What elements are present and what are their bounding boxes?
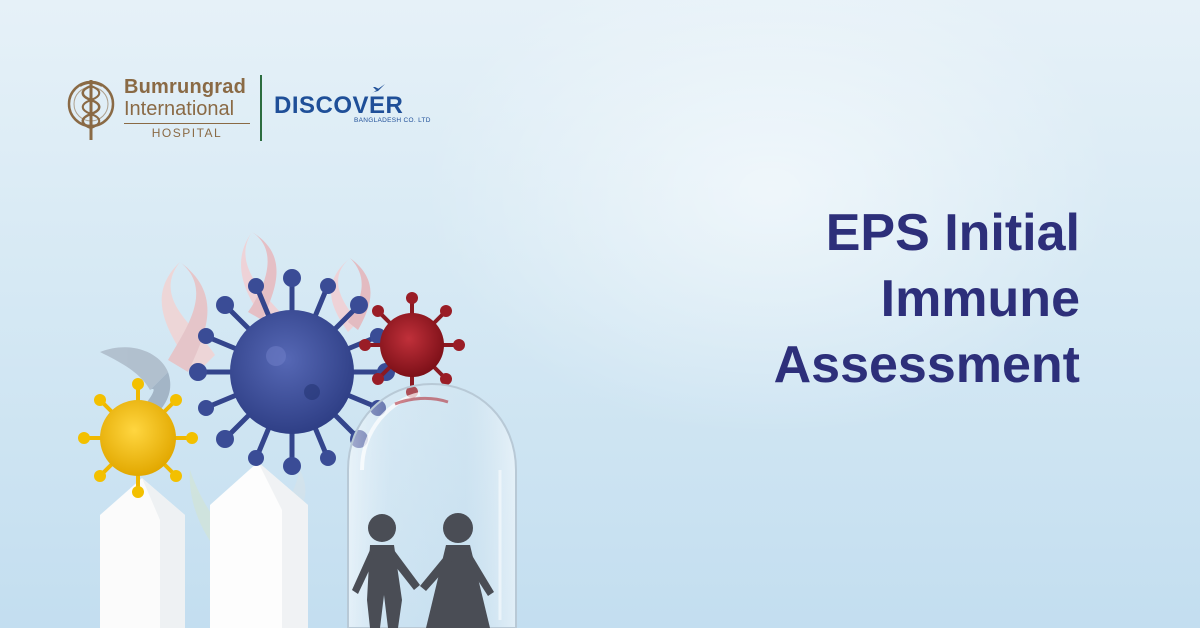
white-post-center xyxy=(210,462,308,628)
airplane-icon xyxy=(371,83,385,94)
headline-line-2: Immune xyxy=(880,270,1080,328)
partner-logos: Bumrungrad International HOSPITAL DISCOV… xyxy=(66,72,431,144)
bumrungrad-tagline: HOSPITAL xyxy=(151,126,223,140)
headline-line-1: EPS Initial xyxy=(825,204,1080,262)
bumrungrad-name: Bumrungrad xyxy=(124,76,246,98)
logo-divider xyxy=(260,75,262,141)
ribbon-pink-center xyxy=(241,232,280,325)
discover-name: DISCOVER xyxy=(274,91,404,119)
discover-logo: DISCOVER BANGLADESH CO. LTD xyxy=(274,83,431,124)
caduceus-emblem-icon xyxy=(67,80,115,140)
headline: EPS Initial Immune Assessment xyxy=(774,200,1080,398)
bumrungrad-subtitle: International xyxy=(124,98,235,120)
ribbon-pink-right xyxy=(331,258,371,332)
white-post-left xyxy=(100,478,185,628)
discover-tagline: BANGLADESH CO. LTD xyxy=(354,116,431,124)
bumrungrad-logo: Bumrungrad International HOSPITAL xyxy=(124,76,250,140)
virus-red xyxy=(359,292,465,398)
ribbon-pink-left xyxy=(161,262,215,375)
headline-line-3: Assessment xyxy=(773,336,1080,394)
virus-yellow xyxy=(78,378,198,498)
bumrungrad-rule xyxy=(124,123,250,124)
